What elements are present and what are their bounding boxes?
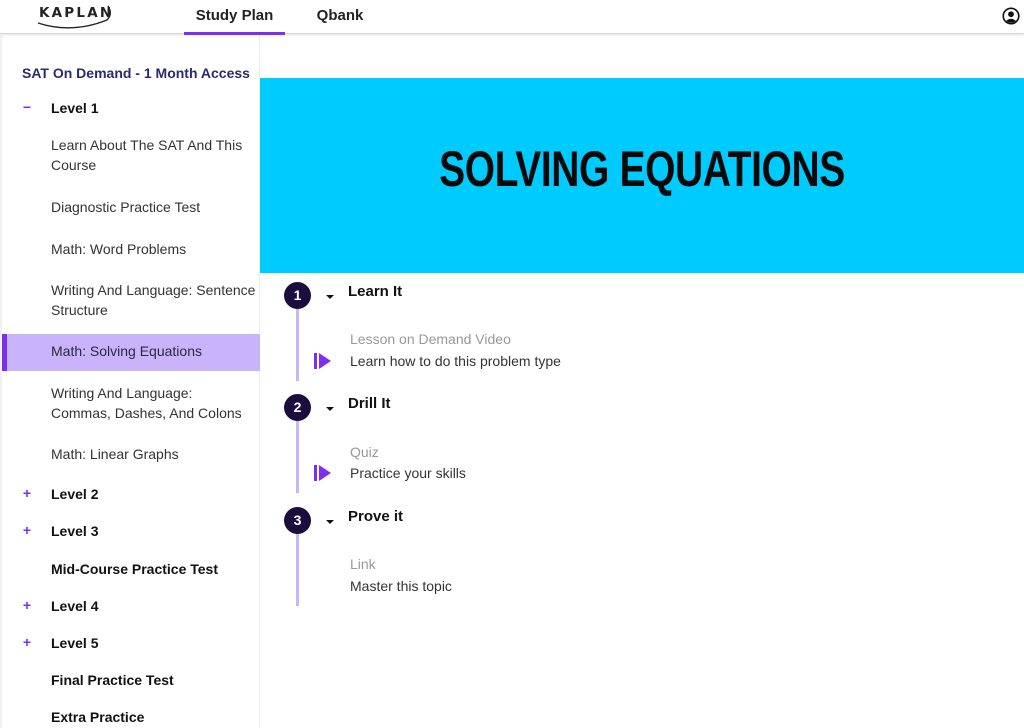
sidebar-item-label: Level 3	[51, 523, 99, 539]
kaplan-logo[interactable]: KAPLAN	[37, 4, 113, 30]
expand-icon[interactable]: +	[21, 597, 33, 613]
sidebar-item-label: Math: Word Problems	[51, 241, 187, 257]
sidebar-item-label: Diagnostic Practice Test	[51, 199, 201, 215]
sidebar-item-extra-practice[interactable]: Extra Practice	[2, 708, 260, 728]
expand-icon[interactable]: +	[21, 485, 33, 501]
tab-study-plan[interactable]: Study Plan	[184, 0, 285, 35]
activity-link[interactable]: Practice your skills	[350, 465, 466, 481]
activity-type: Link	[350, 556, 376, 572]
sidebar-item-mid-course-test[interactable]: Mid-Course Practice Test	[2, 560, 260, 580]
chevron-down-icon[interactable]	[326, 520, 334, 524]
sidebar-item-label: Level 1	[51, 100, 99, 116]
sidebar-level-2[interactable]: + Level 2	[2, 485, 260, 505]
lesson-banner: SOLVING EQUATIONS	[260, 78, 1024, 273]
sidebar-item-diagnostic-test[interactable]: Diagnostic Practice Test	[2, 198, 260, 218]
sidebar-level-1[interactable]: − Level 1	[2, 99, 260, 119]
chevron-down-icon[interactable]	[326, 295, 334, 299]
step-number-badge: 3	[284, 507, 311, 534]
activity-type: Quiz	[350, 444, 379, 460]
sidebar-item-label: Mid-Course Practice Test	[51, 561, 219, 577]
sidebar-level-3[interactable]: + Level 3	[2, 522, 260, 542]
top-nav-bar: KAPLAN Study Plan Qbank	[0, 0, 1024, 35]
tab-qbank[interactable]: Qbank	[308, 0, 372, 34]
sidebar-item-commas-dashes-colons[interactable]: Writing And Language: Commas, Dashes, An…	[2, 384, 260, 424]
account-circle-icon[interactable]	[1002, 7, 1020, 25]
lesson-title: SOLVING EQUATIONS	[439, 141, 845, 197]
sidebar-item-learn-about-sat[interactable]: Learn About The SAT And This Course	[2, 136, 260, 176]
step-title[interactable]: Learn It	[348, 283, 402, 300]
sidebar-item-label: Learn About The SAT And This Course	[51, 137, 243, 173]
sidebar-item-label: Level 5	[51, 635, 99, 651]
sidebar-item-label: Writing And Language: Commas, Dashes, An…	[51, 385, 242, 421]
chevron-down-icon[interactable]	[326, 407, 334, 411]
step-number-badge: 1	[284, 282, 311, 309]
course-title: SAT On Demand - 1 Month Access	[22, 65, 250, 81]
sidebar-item-solving-equations[interactable]: Math: Solving Equations	[2, 334, 260, 371]
sidebar-item-label: Math: Solving Equations	[51, 343, 202, 359]
logo-swoosh-icon	[37, 5, 111, 29]
sidebar-item-label: Math: Linear Graphs	[51, 446, 179, 462]
sidebar-item-label: Writing And Language: Sentence Structure	[51, 282, 256, 318]
step-number-badge: 2	[284, 394, 311, 421]
activity-link[interactable]: Master this topic	[350, 578, 452, 594]
sidebar-item-word-problems[interactable]: Math: Word Problems	[2, 240, 260, 260]
sidebar-item-sentence-structure[interactable]: Writing And Language: Sentence Structure	[2, 281, 260, 321]
activity-type: Lesson on Demand Video	[350, 331, 511, 347]
play-icon[interactable]	[314, 353, 331, 369]
step-title[interactable]: Drill It	[348, 395, 391, 412]
sidebar-item-label: Extra Practice	[51, 709, 145, 725]
play-icon[interactable]	[314, 465, 331, 481]
sidebar-level-4[interactable]: + Level 4	[2, 597, 260, 617]
sidebar-level-5[interactable]: + Level 5	[2, 634, 260, 654]
study-plan-sidebar: SAT On Demand - 1 Month Access − Level 1…	[0, 35, 260, 728]
expand-icon[interactable]: +	[21, 634, 33, 650]
sidebar-item-label: Level 2	[51, 486, 99, 502]
lesson-content: SOLVING EQUATIONS 1 Learn It Lesson on D…	[260, 35, 1024, 728]
activity-link[interactable]: Learn how to do this problem type	[350, 353, 561, 369]
step-title[interactable]: Prove it	[348, 508, 403, 525]
expand-icon[interactable]: +	[21, 522, 33, 538]
sidebar-item-final-test[interactable]: Final Practice Test	[2, 671, 260, 691]
collapse-icon[interactable]: −	[21, 99, 33, 115]
sidebar-item-label: Final Practice Test	[51, 672, 174, 688]
sidebar-item-label: Level 4	[51, 598, 99, 614]
sidebar-item-linear-graphs[interactable]: Math: Linear Graphs	[2, 445, 260, 465]
